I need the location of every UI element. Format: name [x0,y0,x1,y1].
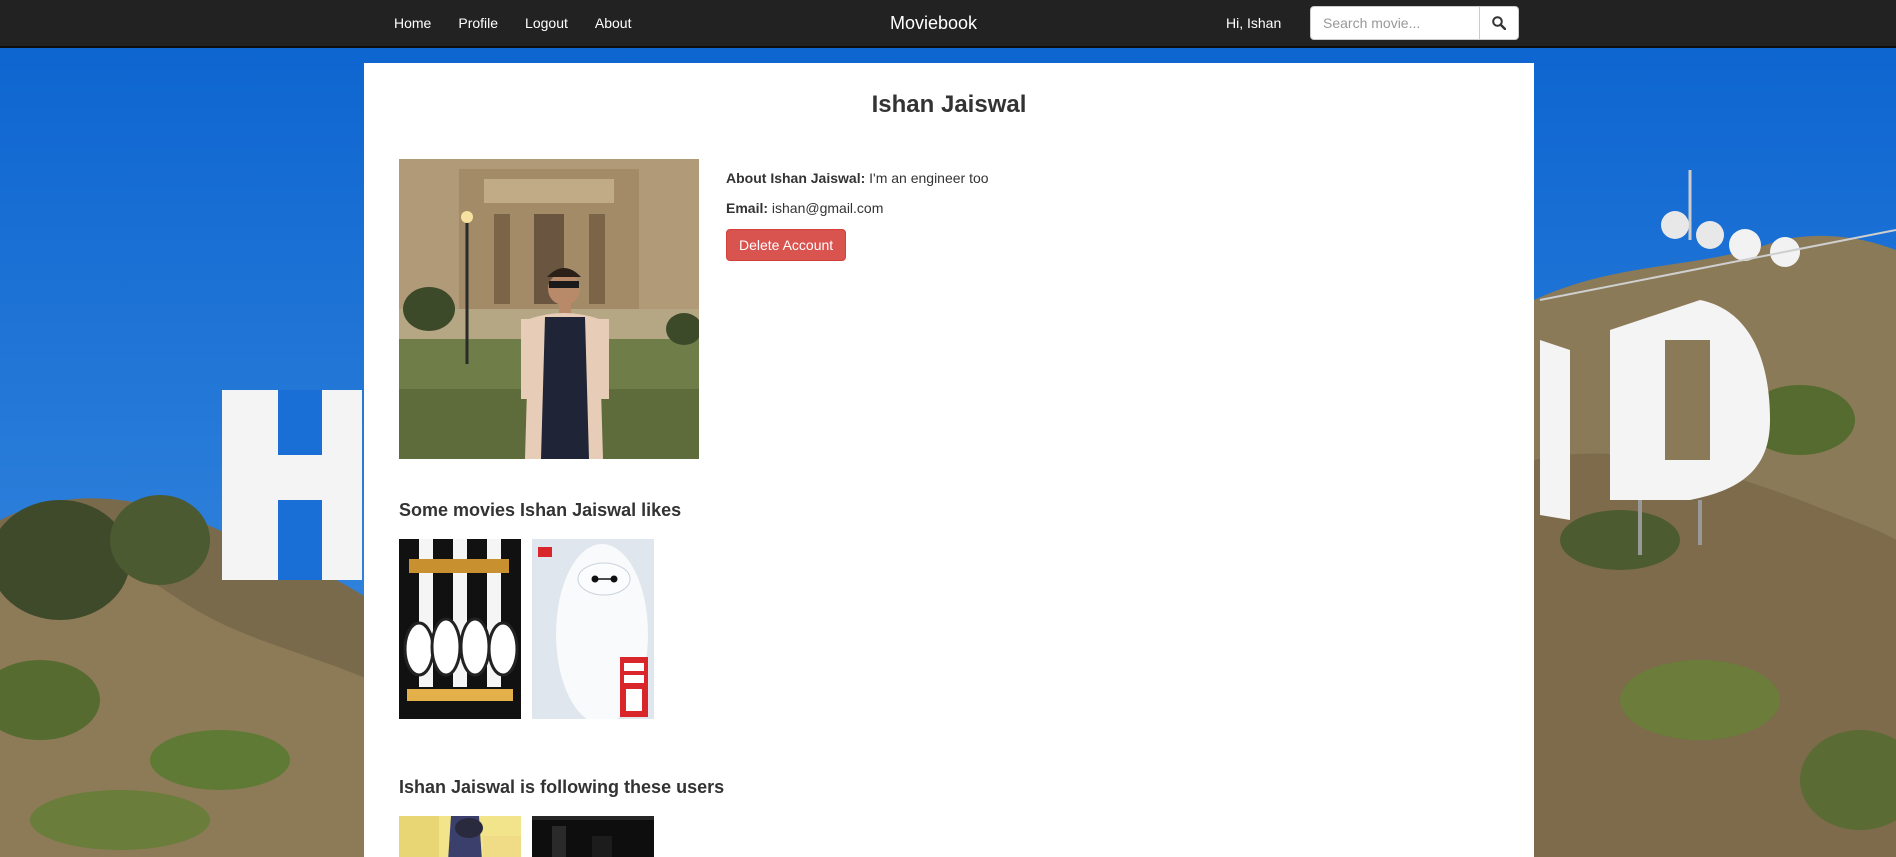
about-label: About Ishan Jaiswal: [726,170,866,186]
followed-user-avatar-1[interactable] [399,816,521,857]
movie-search-form [1310,6,1519,40]
profile-photo [399,159,699,459]
nav-links: Home Profile Logout About [380,0,644,46]
top-navbar: Home Profile Logout About Moviebook Hi, … [0,0,1896,48]
delete-account-button[interactable]: Delete Account [726,229,847,261]
brand-link[interactable]: Moviebook [890,0,977,46]
nav-profile-link[interactable]: Profile [444,0,511,46]
followed-user-avatar-2[interactable] [532,816,654,857]
search-input[interactable] [1310,6,1480,40]
profile-info: About Ishan Jaiswal: I'm an engineer too… [726,169,989,261]
search-icon [1492,16,1506,30]
email-row: Email: ishan@gmail.com [726,199,989,229]
liked-movies-heading: Some movies Ishan Jaiswal likes [399,500,682,520]
movie-poster-big-hero-6[interactable] [532,539,654,719]
nav-logout-link[interactable]: Logout [511,0,581,46]
search-button[interactable] [1480,6,1519,40]
email-value: ishan@gmail.com [771,200,884,216]
about-value: I'm an engineer too [869,170,989,186]
nav-about-link[interactable]: About [581,0,645,46]
following-heading: Ishan Jaiswal is following these users [399,777,725,797]
movie-poster-penguins[interactable] [399,539,521,719]
profile-panel: Ishan Jaiswal About Ishan Jaiswal: I'm a… [364,63,1534,857]
email-label: Email: [726,200,769,216]
about-row: About Ishan Jaiswal: I'm an engineer too [726,169,989,199]
user-greeting: Hi, Ishan [1226,15,1282,31]
page-title: Ishan Jaiswal [871,91,1027,118]
nav-home-link[interactable]: Home [380,0,444,46]
